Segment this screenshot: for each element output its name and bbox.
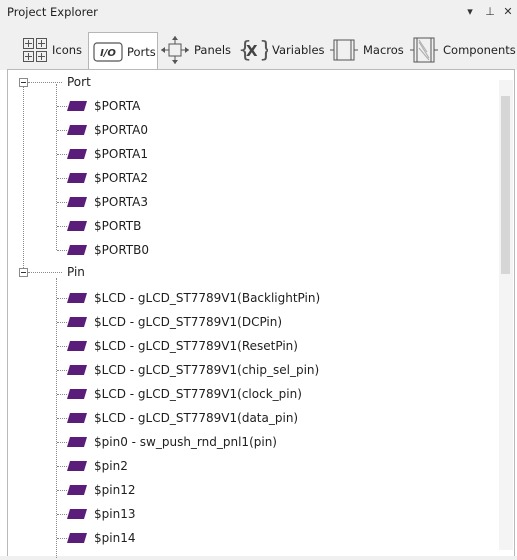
tree-connector (57, 514, 67, 515)
tree-connector (57, 322, 67, 323)
pin-icon (67, 317, 87, 327)
component-icon (409, 36, 439, 64)
tree-item[interactable]: $pin0 - sw_push_rnd_pnl1(pin) (94, 435, 277, 449)
tab-components-label: Components (443, 43, 516, 57)
tree-connector (57, 178, 67, 179)
tree-connector (57, 154, 67, 155)
svg-text:X: X (246, 42, 258, 60)
port-icon (67, 101, 87, 111)
port-icon (67, 149, 87, 159)
collapse-pin-toggle[interactable] (19, 268, 28, 277)
tree-item[interactable]: $LCD - gLCD_ST7789V1(DCPin) (94, 315, 282, 329)
tree-item[interactable]: $PORTA2 (94, 171, 148, 185)
panel-bottom-edge (0, 556, 517, 560)
pin-icon (67, 413, 87, 423)
svg-text:}: } (259, 38, 268, 63)
tab-icons-label: Icons (52, 43, 83, 57)
tab-icons[interactable]: Icons (22, 32, 82, 68)
tree-item[interactable]: $PORTA3 (94, 195, 148, 209)
dropdown-icon[interactable]: ▾ (462, 3, 478, 20)
tree-item[interactable]: $PORTA0 (94, 123, 148, 137)
tab-panels-label: Panels (194, 43, 232, 57)
tab-variables-label: Variables (272, 43, 325, 57)
pin-icon (67, 341, 87, 351)
tree-connector (57, 394, 67, 395)
tree-item[interactable]: $LCD - gLCD_ST7789V1(ResetPin) (94, 339, 298, 353)
tree-connector (28, 82, 62, 83)
pin-icon (67, 533, 87, 543)
tree-item[interactable]: $pin13 (94, 507, 135, 521)
tree-connector (57, 106, 67, 107)
tab-variables[interactable]: { X } Variables (238, 32, 325, 68)
tree-item[interactable]: $pin12 (94, 483, 135, 497)
tab-macros-label: Macros (363, 43, 404, 57)
panel-title: Project Explorer (7, 5, 98, 19)
pin-icon[interactable]: ⊥ (482, 3, 498, 20)
close-icon[interactable]: ✕ (500, 3, 516, 20)
pin-icon (67, 485, 87, 495)
tree-item[interactable]: $PORTA1 (94, 147, 148, 161)
port-icon (67, 221, 87, 231)
svg-text:I/O: I/O (100, 48, 116, 59)
tab-ports-label: Ports (127, 44, 156, 59)
pin-icon (67, 389, 87, 399)
tree-connector (57, 346, 67, 347)
pin-icon (67, 461, 87, 471)
pin-icon (67, 509, 87, 519)
macro-block-icon (329, 38, 359, 62)
tree-connector (28, 272, 62, 273)
tree-connector (57, 202, 67, 203)
collapse-port-toggle[interactable] (19, 78, 28, 87)
tree-item[interactable]: $PORTB0 (94, 243, 149, 257)
tree-connector (57, 226, 67, 227)
tree-connector (23, 82, 24, 272)
tree-connector (57, 466, 67, 467)
tree-item[interactable]: $PORTB (94, 219, 141, 233)
tree-connector (57, 490, 67, 491)
move-arrows-icon (160, 35, 190, 65)
braces-x-icon: { X } (238, 35, 268, 65)
tree-connector (57, 250, 67, 251)
pin-icon (67, 437, 87, 447)
pin-icon (67, 365, 87, 375)
explorer-tabs: Icons I/O Ports Panels { X Variables Mac… (0, 24, 517, 70)
tree-item[interactable]: $pin14 (94, 531, 135, 545)
grid-icon (22, 37, 48, 63)
panel-titlebar: Project Explorer ▾ ⊥ ✕ (0, 0, 517, 24)
tree-connector (57, 418, 67, 419)
tree-connector (57, 298, 67, 299)
tree-item[interactable]: $LCD - gLCD_ST7789V1(data_pin) (94, 411, 298, 425)
tree-connector (57, 370, 67, 371)
port-icon (67, 125, 87, 135)
tree-group-pin[interactable]: Pin (67, 265, 85, 279)
port-icon (67, 245, 87, 255)
tab-ports[interactable]: I/O Ports (88, 32, 158, 70)
tab-panels[interactable]: Panels (160, 32, 231, 68)
tree-group-port[interactable]: Port (67, 75, 91, 89)
pin-icon (67, 293, 87, 303)
tree-connector (57, 442, 67, 443)
tab-components[interactable]: Components (409, 32, 516, 68)
scrollbar-thumb[interactable] (501, 96, 510, 274)
tree-connector (57, 538, 67, 539)
port-icon (67, 173, 87, 183)
io-icon: I/O (93, 41, 123, 63)
tree-item[interactable]: $LCD - gLCD_ST7789V1(clock_pin) (94, 387, 302, 401)
tab-macros[interactable]: Macros (329, 32, 404, 68)
tree-item[interactable]: $PORTA (94, 99, 140, 113)
tree-item[interactable]: $LCD - gLCD_ST7789V1(chip_sel_pin) (94, 363, 319, 377)
tree-connector (57, 130, 67, 131)
tree-item[interactable]: $LCD - gLCD_ST7789V1(BacklightPin) (94, 291, 320, 305)
port-icon (67, 197, 87, 207)
tree-item[interactable]: $pin2 (94, 459, 128, 473)
